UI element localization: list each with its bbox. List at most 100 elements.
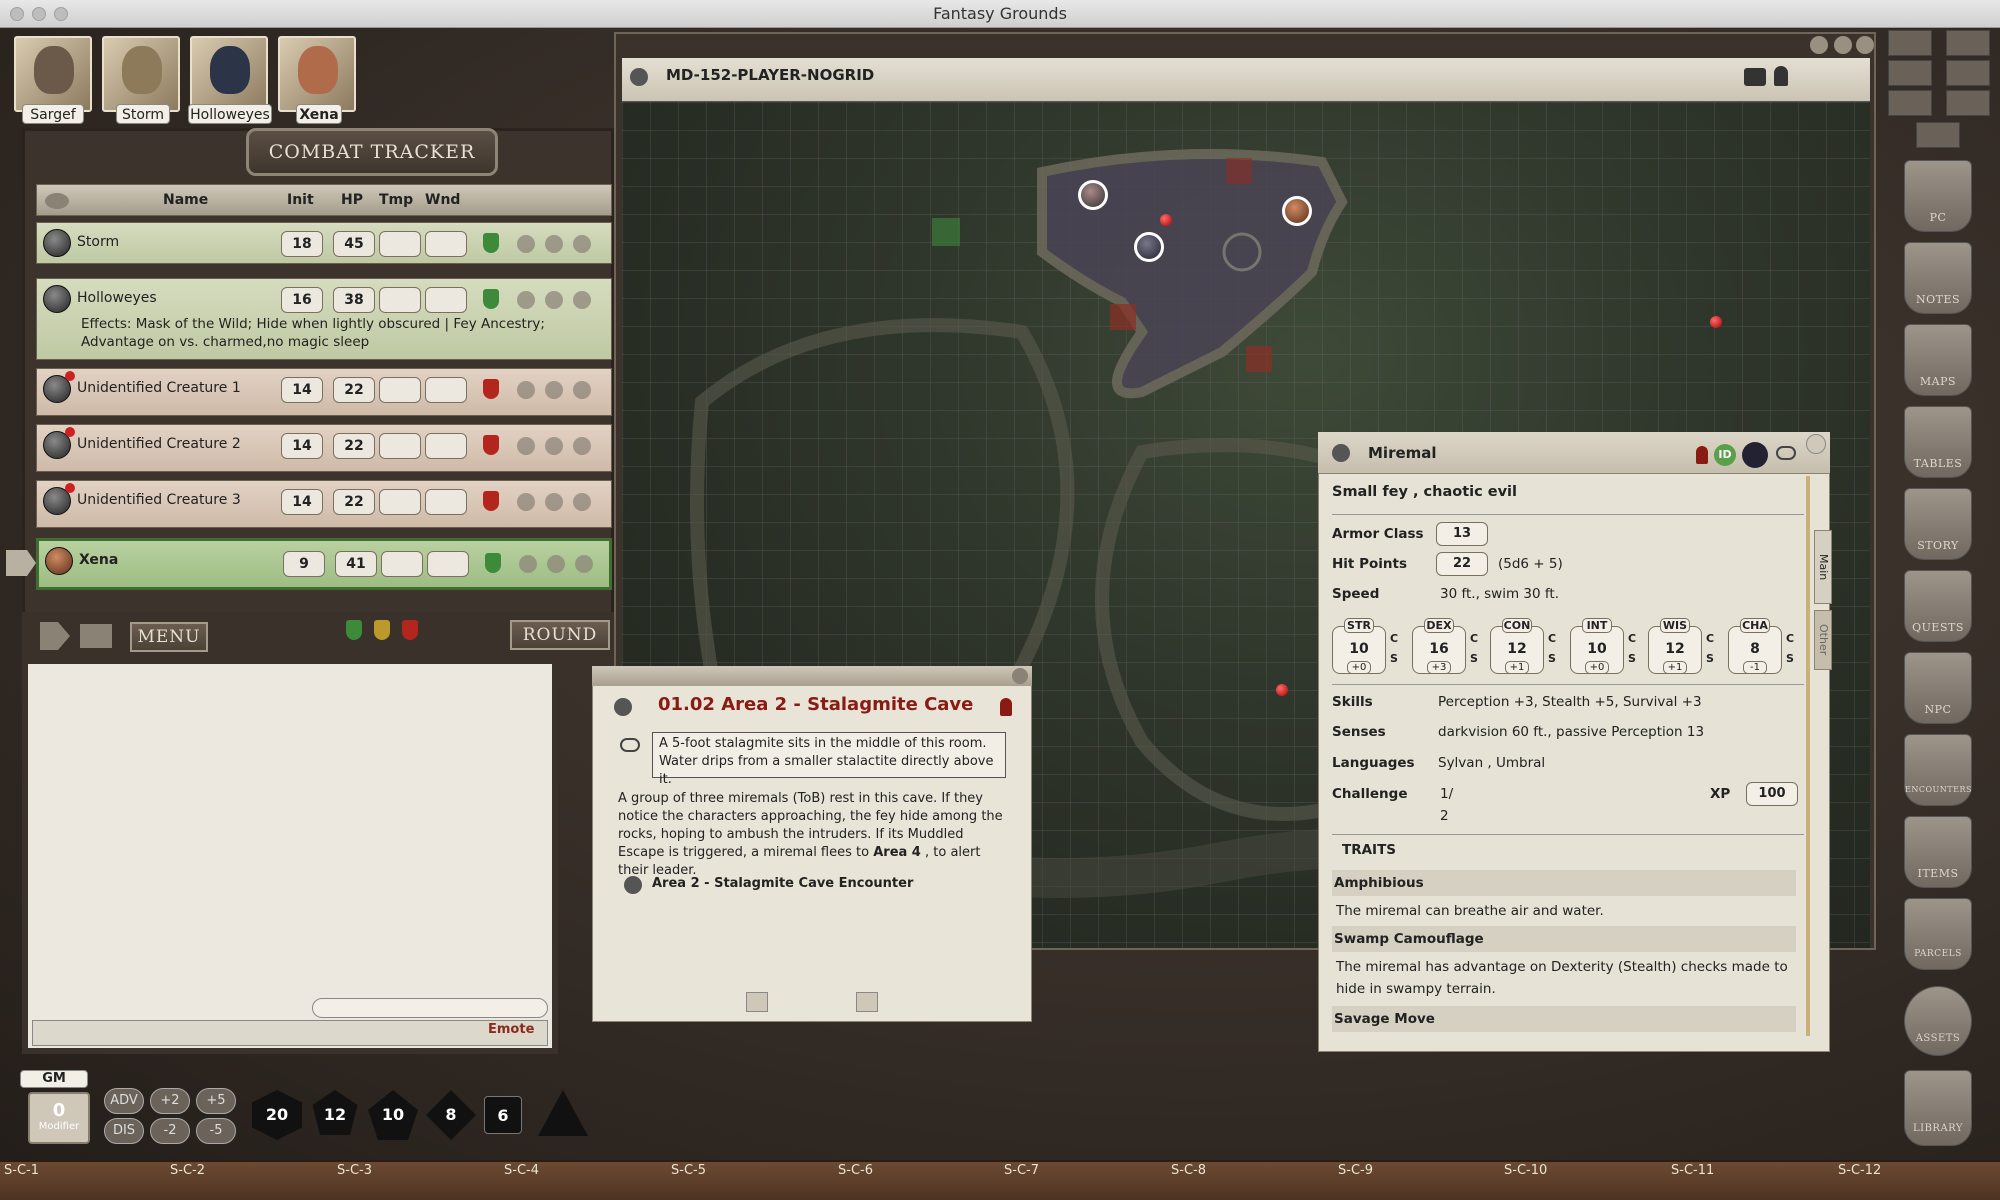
emote-label[interactable]: Emote [488,1022,534,1037]
sidebar-items[interactable]: ITEMS [1904,816,1972,888]
npc-scrollbar[interactable] [1806,476,1810,1036]
foe-shield-icon[interactable] [483,491,499,511]
save-s[interactable]: S [1628,652,1636,665]
friend-shield-icon[interactable] [483,289,499,309]
portrait-xena[interactable] [278,36,356,112]
sidebar-parcels[interactable]: PARCELS [1904,898,1972,970]
hp-value[interactable]: 22 [333,433,375,459]
init-value[interactable]: 16 [281,287,323,313]
faction-foe-icon[interactable] [402,620,418,640]
dis-button[interactable]: DIS [104,1118,144,1144]
hotkey-slot[interactable]: S-C-8 [1171,1163,1206,1178]
zoom-window-icon[interactable] [54,7,68,21]
modifiers-icon[interactable] [1946,90,1990,116]
story-body-area-link[interactable]: Area 4 [873,845,921,860]
map-token-xena[interactable] [1282,196,1312,226]
close-window-icon[interactable] [10,7,24,21]
story-link-icon[interactable] [614,698,632,716]
defense-icon[interactable] [545,493,563,511]
save-c[interactable]: C [1470,632,1478,645]
sidebar-npc[interactable]: NPC [1904,652,1972,724]
story-lock-icon[interactable] [1000,698,1012,716]
close-npc-icon[interactable] [1806,434,1826,454]
map-pin[interactable] [1710,316,1722,328]
tmp-field[interactable] [379,489,421,515]
chat-input[interactable] [32,1020,548,1046]
save-c[interactable]: C [1390,632,1398,645]
minus5-button[interactable]: -5 [196,1118,236,1144]
hp-value[interactable]: 38 [333,287,375,313]
hotkey-slot[interactable]: S-C-7 [1004,1163,1039,1178]
sword-icon[interactable] [573,381,591,399]
tmp-field[interactable] [379,287,421,313]
tools-icon[interactable] [1888,30,1932,56]
ct-row-storm[interactable]: Storm 18 45 [36,222,612,264]
init-value[interactable]: 18 [281,231,323,257]
save-s[interactable]: S [1470,652,1478,665]
ability-con[interactable]: CON 12 +1 [1490,618,1544,674]
npc-name[interactable]: Miremal [1368,444,1437,462]
init-value[interactable]: 14 [281,433,323,459]
plus5-button[interactable]: +5 [196,1088,236,1114]
portrait-sargef[interactable] [14,36,92,112]
encounter-link-icon[interactable] [624,876,642,894]
wnd-field[interactable] [425,489,467,515]
tmp-field[interactable] [381,551,423,577]
ability-wis[interactable]: WIS 12 +1 [1648,618,1702,674]
id-badge-icon[interactable]: ID [1714,444,1736,466]
foe-shield-icon[interactable] [483,379,499,399]
map-link-icon[interactable] [630,68,648,86]
npc-link-icon[interactable] [1332,444,1350,462]
save-s[interactable]: S [1548,652,1556,665]
wnd-field[interactable] [427,551,469,577]
ct-row-creature-2[interactable]: Unidentified Creature 2 14 22 [36,424,612,472]
foe-shield-icon[interactable] [483,435,499,455]
target-icon[interactable] [517,437,535,455]
tmp-field[interactable] [379,231,421,257]
map-token-holloweyes[interactable] [1134,232,1164,262]
speech-bubble-icon[interactable] [620,738,640,752]
encounter-link[interactable]: Area 2 - Stalagmite Cave Encounter [652,876,913,891]
init-value[interactable]: 14 [281,377,323,403]
defense-icon[interactable] [545,437,563,455]
modifier-box[interactable]: 0 Modifier [28,1092,90,1144]
save-s[interactable]: S [1786,652,1794,665]
sidebar-tables[interactable]: TABLES [1904,406,1972,478]
notebook-icon[interactable] [1888,60,1932,86]
round-button[interactable]: ROUND [510,620,610,650]
sword-icon[interactable] [573,291,591,309]
plus2-button[interactable]: +2 [150,1088,190,1114]
sidebar-pc[interactable]: PC [1904,160,1972,232]
map-toolbar-icon[interactable] [1744,68,1766,86]
chat-window[interactable] [22,658,558,1054]
target-icon[interactable] [517,291,535,309]
target-icon[interactable] [517,493,535,511]
sidebar-library[interactable]: LIBRARY [1904,1070,1972,1146]
close-story-icon[interactable] [1012,668,1028,684]
hotkey-slot[interactable]: S-C-1 [4,1163,39,1178]
npc-lock-icon[interactable] [1696,446,1708,464]
init-value[interactable]: 9 [283,551,325,577]
save-c[interactable]: C [1786,632,1794,645]
faction-friend-icon[interactable] [346,620,362,640]
ct-row-xena-active[interactable]: Xena 9 41 [36,538,612,590]
xp-value[interactable]: 100 [1746,782,1798,806]
ct-row-creature-3[interactable]: Unidentified Creature 3 14 22 [36,480,612,528]
hotkey-slot[interactable]: S-C-5 [671,1163,706,1178]
tab-main[interactable]: Main [1814,530,1832,604]
sidebar-maps[interactable]: MAPS [1904,324,1972,396]
hotkey-slot[interactable]: S-C-4 [504,1163,539,1178]
menu-button[interactable]: MENU [130,622,208,652]
target-icon[interactable] [517,381,535,399]
hp-value[interactable]: 41 [335,551,377,577]
sidebar-story[interactable]: STORY [1904,488,1972,560]
map-pin[interactable] [1160,214,1172,226]
hp-value[interactable]: 22 [333,377,375,403]
sidebar-quests[interactable]: QUESTS [1904,570,1972,642]
target-icon[interactable] [517,235,535,253]
chat-icon[interactable] [1946,60,1990,86]
ct-row-holloweyes[interactable]: Holloweyes 16 38 Effects: Mask of the Wi… [36,278,612,360]
ct-row-creature-1[interactable]: Unidentified Creature 1 14 22 [36,368,612,416]
lock-icon[interactable] [1774,66,1788,86]
defense-icon[interactable] [545,235,563,253]
